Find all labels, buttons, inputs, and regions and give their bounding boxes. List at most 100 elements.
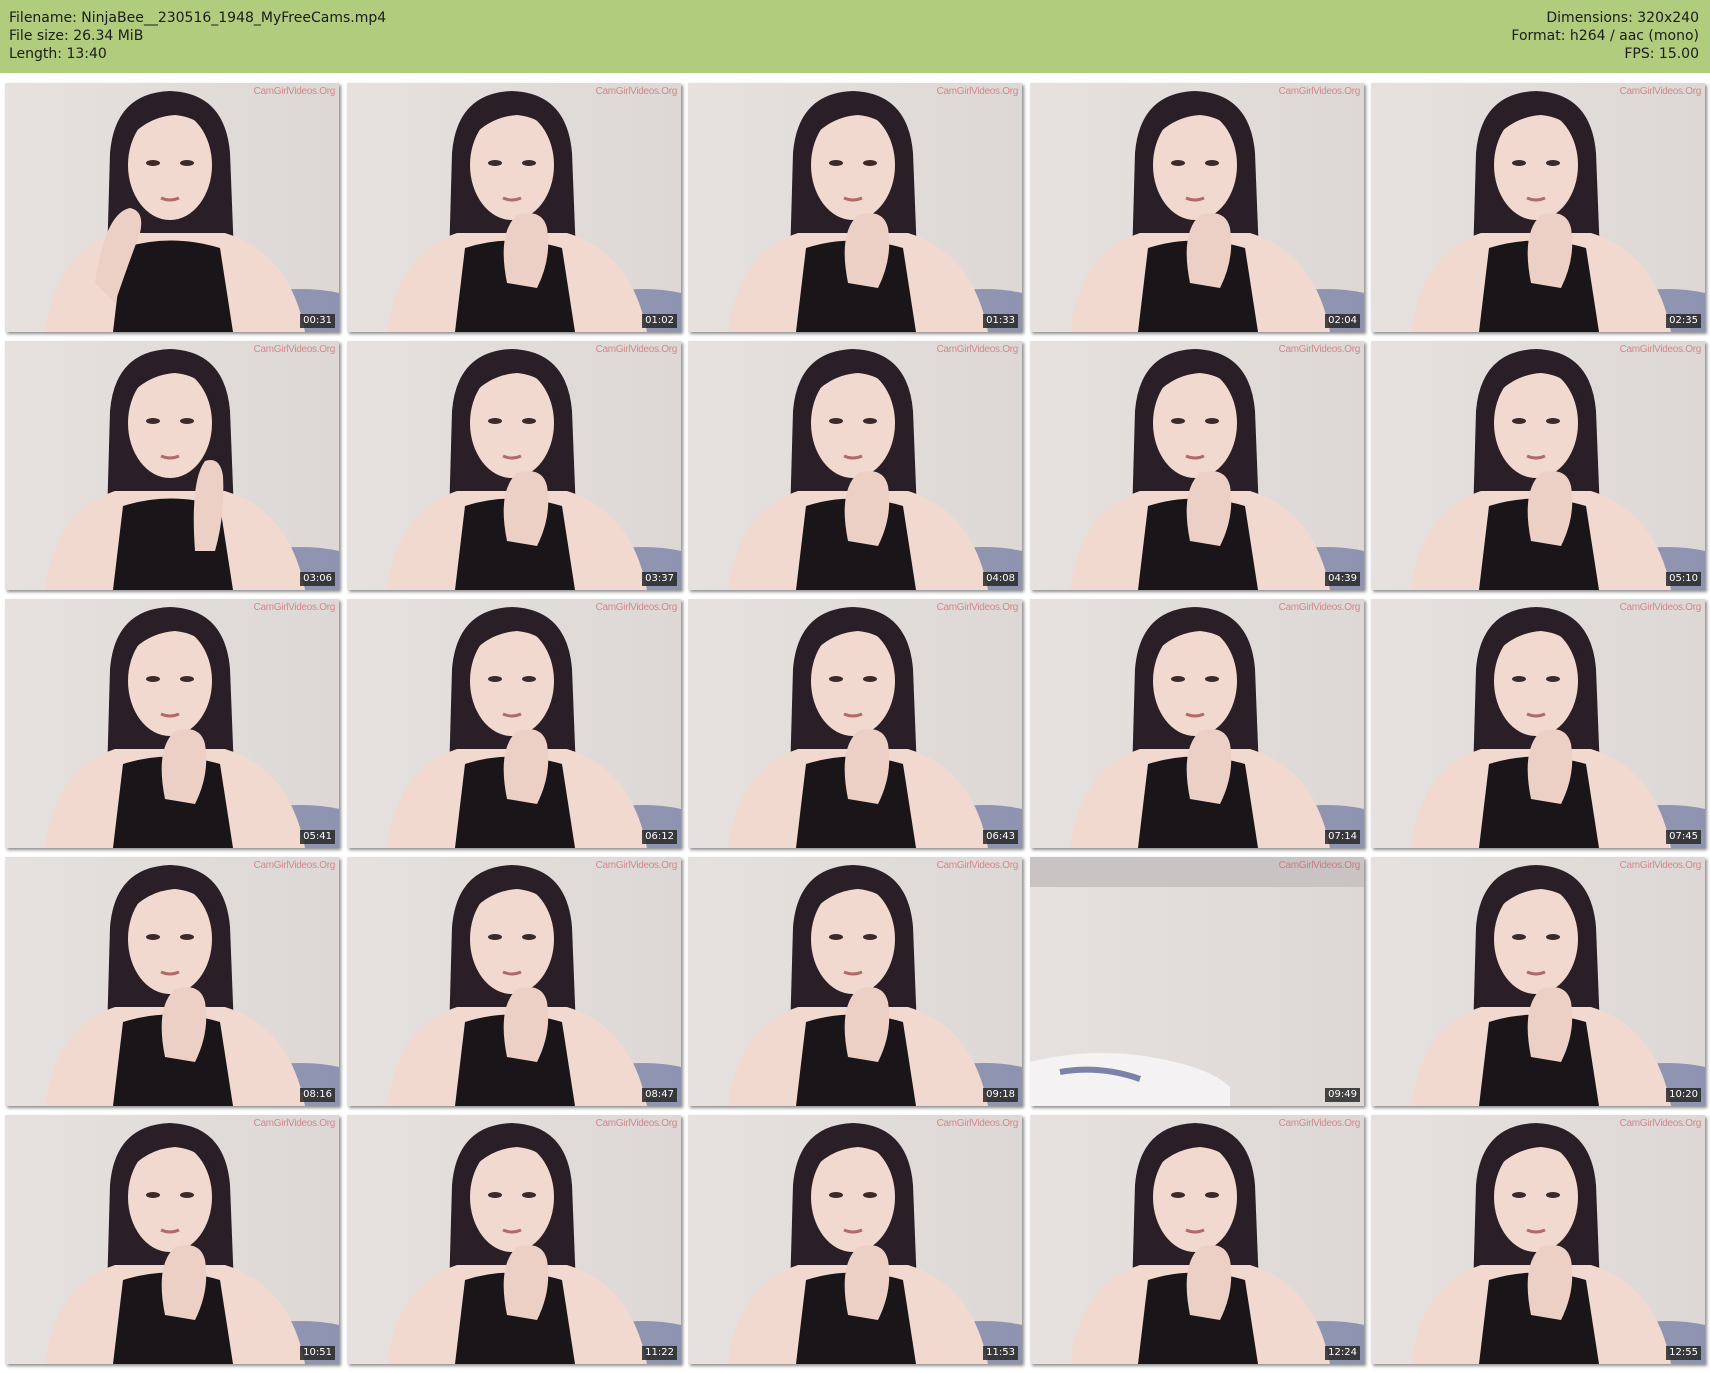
thumbnail-image: [347, 1115, 681, 1364]
thumbnail-image: [688, 599, 1022, 848]
timestamp-badge: 08:16: [300, 1088, 335, 1102]
video-thumbnail: CamGirlVideos.Org 11:22: [347, 1115, 681, 1364]
timestamp-badge: 04:08: [983, 572, 1018, 586]
watermark-text: CamGirlVideos.Org: [595, 1118, 678, 1129]
watermark-text: CamGirlVideos.Org: [595, 860, 678, 871]
watermark-text: CamGirlVideos.Org: [936, 860, 1019, 871]
video-thumbnail: CamGirlVideos.Org 07:45: [1371, 599, 1705, 848]
thumbnail-image: [1371, 857, 1705, 1106]
thumbnail-image: [1030, 83, 1364, 332]
timestamp-badge: 05:10: [1666, 572, 1701, 586]
video-thumbnail: CamGirlVideos.Org 05:41: [5, 599, 339, 848]
timestamp-badge: 01:02: [642, 314, 677, 328]
watermark-text: CamGirlVideos.Org: [1619, 1118, 1702, 1129]
thumbnail-image: [688, 1115, 1022, 1364]
video-thumbnail: CamGirlVideos.Org 10:20: [1371, 857, 1705, 1106]
video-thumbnail: CamGirlVideos.Org 11:53: [688, 1115, 1022, 1364]
video-thumbnail: CamGirlVideos.Org 10:51: [5, 1115, 339, 1364]
watermark-text: CamGirlVideos.Org: [1278, 860, 1361, 871]
timestamp-badge: 11:22: [642, 1346, 677, 1360]
thumbnail-image: [347, 857, 681, 1106]
watermark-text: CamGirlVideos.Org: [1619, 344, 1702, 355]
timestamp-badge: 04:39: [1325, 572, 1360, 586]
watermark-text: CamGirlVideos.Org: [253, 860, 336, 871]
video-thumbnail: CamGirlVideos.Org 07:14: [1030, 599, 1364, 848]
timestamp-badge: 11:53: [983, 1346, 1018, 1360]
timestamp-badge: 09:49: [1325, 1088, 1360, 1102]
video-thumbnail: CamGirlVideos.Org 09:49: [1030, 857, 1364, 1106]
timestamp-badge: 07:14: [1325, 830, 1360, 844]
timestamp-badge: 10:51: [300, 1346, 335, 1360]
thumbnail-image: [347, 83, 681, 332]
video-thumbnail: CamGirlVideos.Org 06:43: [688, 599, 1022, 848]
video-thumbnail: CamGirlVideos.Org 08:47: [347, 857, 681, 1106]
timestamp-badge: 03:37: [642, 572, 677, 586]
watermark-text: CamGirlVideos.Org: [1278, 86, 1361, 97]
thumbnail-image: [5, 599, 339, 848]
watermark-text: CamGirlVideos.Org: [1278, 602, 1361, 613]
video-thumbnail: CamGirlVideos.Org 04:39: [1030, 341, 1364, 590]
thumbnail-image: [1030, 599, 1364, 848]
timestamp-badge: 07:45: [1666, 830, 1701, 844]
watermark-text: CamGirlVideos.Org: [253, 344, 336, 355]
thumbnail-image: [1030, 341, 1364, 590]
thumbnail-image: [1371, 83, 1705, 332]
timestamp-badge: 06:43: [983, 830, 1018, 844]
watermark-text: CamGirlVideos.Org: [253, 86, 336, 97]
timestamp-badge: 12:24: [1325, 1346, 1360, 1360]
timestamp-badge: 05:41: [300, 830, 335, 844]
watermark-text: CamGirlVideos.Org: [595, 602, 678, 613]
video-thumbnail: CamGirlVideos.Org 01:02: [347, 83, 681, 332]
video-thumbnail: CamGirlVideos.Org 02:04: [1030, 83, 1364, 332]
thumbnail-image: [688, 341, 1022, 590]
thumbnail-image: [5, 857, 339, 1106]
watermark-text: CamGirlVideos.Org: [936, 86, 1019, 97]
watermark-text: CamGirlVideos.Org: [1619, 86, 1702, 97]
video-thumbnail: CamGirlVideos.Org 12:24: [1030, 1115, 1364, 1364]
timestamp-badge: 01:33: [983, 314, 1018, 328]
timestamp-badge: 12:55: [1666, 1346, 1701, 1360]
watermark-text: CamGirlVideos.Org: [595, 86, 678, 97]
video-thumbnail: CamGirlVideos.Org 03:06: [5, 341, 339, 590]
video-thumbnail: CamGirlVideos.Org 04:08: [688, 341, 1022, 590]
thumbnail-image: [688, 857, 1022, 1106]
watermark-text: CamGirlVideos.Org: [1278, 1118, 1361, 1129]
thumbnail-image: [5, 341, 339, 590]
watermark-text: CamGirlVideos.Org: [595, 344, 678, 355]
thumbnail-image: [347, 341, 681, 590]
thumbnail-image: [347, 599, 681, 848]
thumbnail-image: [1030, 857, 1364, 1106]
timestamp-badge: 03:06: [300, 572, 335, 586]
watermark-text: CamGirlVideos.Org: [936, 344, 1019, 355]
watermark-text: CamGirlVideos.Org: [936, 1118, 1019, 1129]
video-thumbnail: CamGirlVideos.Org 08:16: [5, 857, 339, 1106]
thumbnail-image: [688, 83, 1022, 332]
watermark-text: CamGirlVideos.Org: [1619, 602, 1702, 613]
video-thumbnail: CamGirlVideos.Org 03:37: [347, 341, 681, 590]
thumbnail-image: [1371, 599, 1705, 848]
watermark-text: CamGirlVideos.Org: [253, 1118, 336, 1129]
thumbnail-image: [5, 83, 339, 332]
timestamp-badge: 10:20: [1666, 1088, 1701, 1102]
timestamp-badge: 09:18: [983, 1088, 1018, 1102]
video-thumbnail: CamGirlVideos.Org 00:31: [5, 83, 339, 332]
video-thumbnail: CamGirlVideos.Org 05:10: [1371, 341, 1705, 590]
thumbnail-grid: CamGirlVideos.Org 00:31 CamGirlVideos.Org 0…: [0, 0, 1710, 1373]
timestamp-badge: 06:12: [642, 830, 677, 844]
video-thumbnail: CamGirlVideos.Org 02:35: [1371, 83, 1705, 332]
thumbnail-image: [1371, 341, 1705, 590]
timestamp-badge: 00:31: [300, 314, 335, 328]
watermark-text: CamGirlVideos.Org: [1278, 344, 1361, 355]
video-thumbnail: CamGirlVideos.Org 09:18: [688, 857, 1022, 1106]
video-thumbnail: CamGirlVideos.Org 06:12: [347, 599, 681, 848]
watermark-text: CamGirlVideos.Org: [1619, 860, 1702, 871]
thumbnail-image: [5, 1115, 339, 1364]
video-thumbnail: CamGirlVideos.Org 12:55: [1371, 1115, 1705, 1364]
timestamp-badge: 02:04: [1325, 314, 1360, 328]
thumbnail-image: [1371, 1115, 1705, 1364]
video-thumbnail: CamGirlVideos.Org 01:33: [688, 83, 1022, 332]
watermark-text: CamGirlVideos.Org: [936, 602, 1019, 613]
thumbnail-image: [1030, 1115, 1364, 1364]
timestamp-badge: 08:47: [642, 1088, 677, 1102]
timestamp-badge: 02:35: [1666, 314, 1701, 328]
